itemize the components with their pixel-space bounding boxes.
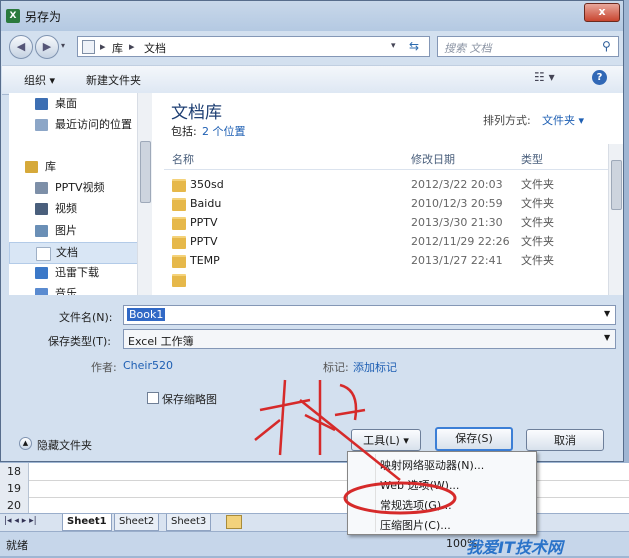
nav-scroll-thumb[interactable] (140, 141, 151, 203)
search-input[interactable]: 搜索 文档 ⚲ (437, 36, 619, 57)
sidebar-item-pictures[interactable]: 图片 (9, 221, 137, 241)
library-includes-label: 包括: (171, 125, 197, 138)
folder-icon (172, 274, 186, 287)
row-number: 19 (0, 480, 29, 497)
library-icon (82, 40, 95, 54)
title-bar: X 另存为 x (1, 1, 623, 31)
filetype-value: Excel 工作簿 (128, 335, 194, 348)
save-thumbnail-checkbox[interactable] (147, 392, 159, 404)
folder-icon (172, 198, 186, 211)
address-dropdown-icon[interactable]: ▾ (391, 41, 396, 51)
row-number: 18 (0, 463, 29, 480)
sidebar-item-libraries[interactable]: 库 (9, 157, 137, 177)
nav-scrollbar[interactable] (137, 93, 152, 295)
sheet-tab-1[interactable]: Sheet1 (62, 514, 112, 531)
search-placeholder: 搜索 文档 (444, 42, 492, 55)
sidebar-item-thunder[interactable]: 迅雷下载 (9, 263, 137, 283)
navigation-pane: 桌面 最近访问的位置 库 PPTV视频 视频 图片 文档 迅雷下载 音乐 (9, 93, 151, 295)
refresh-icon[interactable]: ⇆ (409, 39, 419, 53)
column-date[interactable]: 修改日期 (411, 151, 455, 167)
recent-pages-dropdown[interactable]: ▾ (61, 41, 65, 50)
folder-icon (172, 217, 186, 230)
red-annotation (254, 379, 457, 515)
sidebar-item-desktop[interactable]: 桌面 (9, 94, 137, 114)
filename-value: Book1 (127, 308, 166, 321)
annotation-circle (343, 481, 457, 515)
forward-button[interactable]: ▶ (35, 35, 59, 59)
sidebar-item-recent[interactable]: 最近访问的位置 (9, 115, 137, 135)
file-row[interactable]: PPTV 2012/11/29 22:26 文件夹 (164, 232, 608, 251)
file-row[interactable]: TEMP 2013/1/27 22:41 文件夹 (164, 251, 608, 270)
breadcrumb-documents[interactable]: 文档 (144, 40, 166, 56)
row-number: 20 (0, 497, 29, 514)
sidebar-item-pptv[interactable]: PPTV视频 (9, 178, 137, 198)
filetype-label: 保存类型(T): (48, 335, 112, 348)
annotation-strokes (254, 379, 366, 456)
file-row-partial[interactable] (164, 270, 608, 295)
hide-folders-button[interactable]: 隐藏文件夹 (37, 437, 92, 453)
chevron-down-icon[interactable]: ▼ (604, 309, 610, 318)
author-label: 作者: (91, 361, 117, 374)
file-list-scroll-thumb[interactable] (611, 160, 622, 210)
view-options-icon[interactable]: ☷ ▾ (534, 70, 555, 84)
sidebar-item-videos[interactable]: 视频 (9, 199, 137, 219)
documents-icon (36, 247, 51, 261)
pictures-icon (35, 225, 48, 237)
music-icon (35, 288, 48, 295)
save-thumbnail-label: 保存缩略图 (162, 393, 217, 406)
back-button[interactable]: ◀ (9, 35, 33, 59)
arrange-by-label: 排列方式: (483, 114, 531, 127)
desktop-icon (35, 98, 48, 110)
watermark-text: 我爱IT技术网 (466, 538, 563, 557)
folder-icon (172, 236, 186, 249)
filename-input[interactable]: Book1 ▼ (123, 305, 616, 325)
search-icon[interactable]: ⚲ (602, 39, 611, 53)
status-text: 就绪 (6, 539, 28, 552)
file-list-scrollbar[interactable] (608, 144, 623, 295)
file-row[interactable]: PPTV 2013/3/30 21:30 文件夹 (164, 213, 608, 232)
file-row[interactable]: Baidu 2010/12/3 20:59 文件夹 (164, 194, 608, 213)
excel-app-icon: X (6, 9, 20, 23)
help-icon[interactable]: ? (592, 70, 607, 85)
cancel-button[interactable]: 取消 (526, 429, 604, 451)
command-toolbar: 组织 ▾ 新建文件夹 ☷ ▾ ? (2, 65, 623, 95)
sheet-tab-2[interactable]: Sheet2 (114, 514, 160, 531)
libraries-icon (25, 161, 38, 173)
library-title: 文档库 (171, 103, 222, 123)
column-type[interactable]: 类型 (521, 151, 543, 167)
sheet-nav-arrows[interactable]: |◂ ◂ ▸ ▸| (4, 516, 37, 526)
chevron-down-icon[interactable]: ▼ (604, 333, 610, 342)
dialog-title: 另存为 (25, 10, 62, 24)
video-library-icon (35, 182, 48, 194)
folder-icon (172, 179, 186, 192)
sheet-tab-3[interactable]: Sheet3 (166, 514, 212, 531)
organize-button[interactable]: 组织 ▾ (24, 72, 55, 88)
filetype-select[interactable]: Excel 工作簿 ▼ (123, 329, 616, 349)
sidebar-item-music[interactable]: 音乐 (9, 284, 137, 295)
breadcrumb-library[interactable]: 库 (112, 40, 123, 56)
filename-label: 文件名(N): (59, 311, 113, 324)
file-row[interactable]: 350sd 2012/3/22 20:03 文件夹 (164, 175, 608, 194)
close-button[interactable]: x (584, 3, 620, 22)
breadcrumb-sep: ▸ (129, 40, 135, 53)
new-folder-button[interactable]: 新建文件夹 (86, 72, 141, 88)
download-icon (35, 267, 48, 279)
recent-places-icon (35, 119, 48, 131)
author-value[interactable]: Cheir520 (123, 359, 173, 372)
annotation-text: 打开 (0, 0, 1, 1)
column-name[interactable]: 名称 (172, 151, 194, 167)
arrange-by-dropdown[interactable]: 文件夹 ▾ (542, 112, 584, 128)
breadcrumb-sep: ▸ (100, 40, 106, 53)
collapse-icon[interactable]: ▲ (19, 437, 32, 450)
folder-icon (172, 255, 186, 268)
address-bar[interactable]: ▸ 库 ▸ 文档 ▾ ⇆ (77, 36, 430, 57)
videos-icon (35, 203, 48, 215)
library-locations-link[interactable]: 2 个位置 (202, 123, 246, 139)
sidebar-item-documents[interactable]: 文档 (9, 242, 139, 264)
